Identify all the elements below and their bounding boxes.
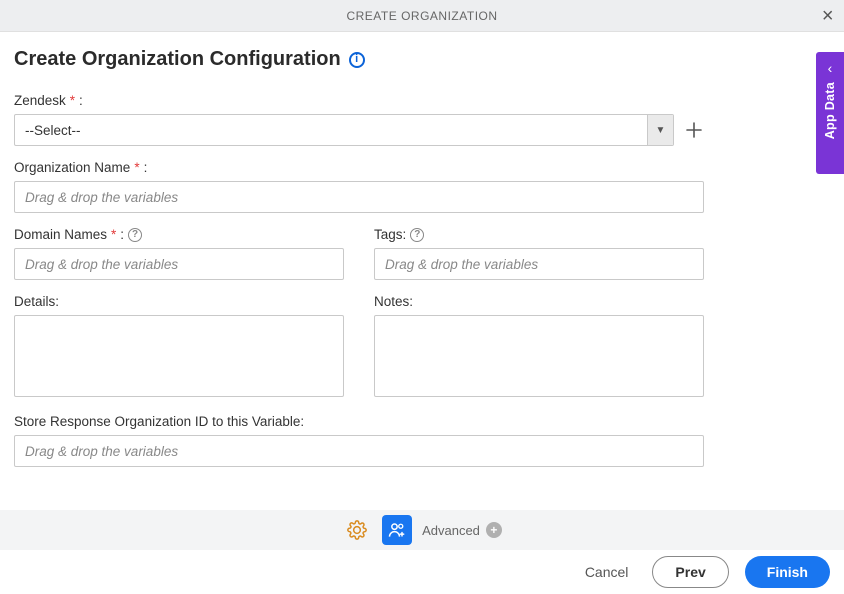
required-marker: * xyxy=(70,93,75,108)
add-zendesk-button[interactable] xyxy=(684,120,704,140)
step-toolbar: Advanced + xyxy=(0,510,844,550)
finish-button[interactable]: Finish xyxy=(745,556,830,588)
details-label: Details: xyxy=(14,294,344,309)
app-data-label: App Data xyxy=(823,82,837,139)
plus-icon xyxy=(685,121,703,139)
user-group-button[interactable] xyxy=(382,515,412,545)
tags-label: Tags: ? xyxy=(374,227,704,242)
settings-button[interactable] xyxy=(342,515,372,545)
page-title: Create Organization Configuration xyxy=(14,48,341,71)
chevron-down-icon: ▼ xyxy=(647,115,673,145)
prev-button[interactable]: Prev xyxy=(652,556,728,588)
close-icon[interactable]: × xyxy=(822,6,834,26)
app-data-tab[interactable]: ‹ App Data xyxy=(816,52,844,174)
field-details: Details: xyxy=(14,294,344,400)
notes-label: Notes: xyxy=(374,294,704,309)
help-icon[interactable]: ? xyxy=(410,228,424,242)
zendesk-select-value: --Select-- xyxy=(15,123,647,138)
cancel-button[interactable]: Cancel xyxy=(577,556,637,588)
page-title-row: Create Organization Configuration i xyxy=(14,48,830,71)
field-store-response: Store Response Organization ID to this V… xyxy=(14,414,704,467)
domain-names-label: Domain Names *: ? xyxy=(14,227,344,242)
advanced-button[interactable]: Advanced + xyxy=(422,522,502,538)
org-name-input[interactable] xyxy=(14,181,704,213)
store-response-label: Store Response Organization ID to this V… xyxy=(14,414,704,429)
chevron-left-icon: ‹ xyxy=(828,60,833,76)
org-name-label: Organization Name *: xyxy=(14,160,704,175)
field-tags: Tags: ? xyxy=(374,227,704,280)
domain-names-input[interactable] xyxy=(14,248,344,280)
required-marker: * xyxy=(111,227,116,242)
store-response-input[interactable] xyxy=(14,435,704,467)
plus-circle-icon: + xyxy=(486,522,502,538)
details-textarea[interactable] xyxy=(14,315,344,397)
advanced-label: Advanced xyxy=(422,523,480,538)
row-domain-tags: Domain Names *: ? Tags: ? xyxy=(14,227,704,294)
zendesk-label: Zendesk *: xyxy=(14,93,704,108)
info-icon[interactable]: i xyxy=(349,52,365,68)
field-notes: Notes: xyxy=(374,294,704,400)
notes-textarea[interactable] xyxy=(374,315,704,397)
zendesk-select[interactable]: --Select-- ▼ xyxy=(14,114,674,146)
dialog-header: CREATE ORGANIZATION × xyxy=(0,0,844,32)
help-icon[interactable]: ? xyxy=(128,228,142,242)
field-domain-names: Domain Names *: ? xyxy=(14,227,344,280)
content-area: Create Organization Configuration i Zend… xyxy=(0,32,844,467)
footer: Cancel Prev Finish xyxy=(0,550,844,594)
row-details-notes: Details: Notes: xyxy=(14,294,704,414)
field-zendesk: Zendesk *: --Select-- ▼ xyxy=(14,93,704,146)
users-plus-icon xyxy=(387,520,407,540)
gear-icon xyxy=(347,520,367,540)
required-marker: * xyxy=(134,160,139,175)
field-org-name: Organization Name *: xyxy=(14,160,704,213)
dialog-title: CREATE ORGANIZATION xyxy=(346,9,497,23)
tags-input[interactable] xyxy=(374,248,704,280)
